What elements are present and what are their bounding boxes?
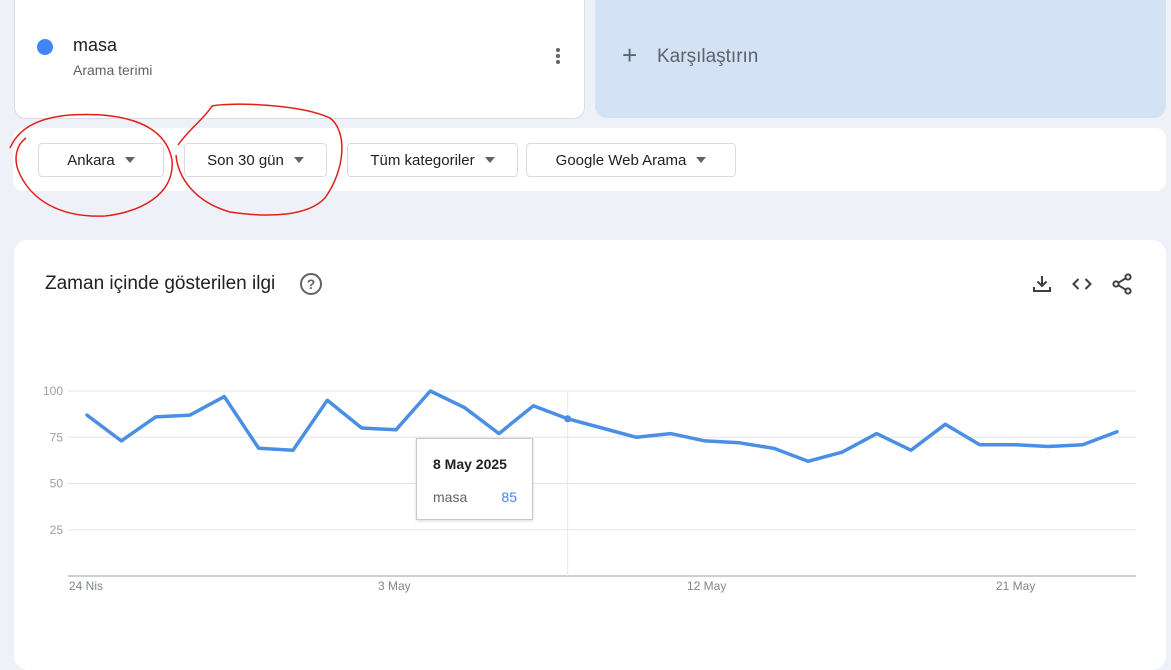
- x-tick-label: 21 May: [996, 579, 1035, 593]
- filter-time-range[interactable]: Son 30 gün: [184, 143, 327, 177]
- term-name[interactable]: masa: [73, 35, 117, 56]
- caret-down-icon: [696, 157, 707, 163]
- x-tick-label: 24 Nis: [69, 579, 103, 593]
- chart-tooltip: 8 May 2025 masa 85: [416, 438, 533, 520]
- compare-label: Karşılaştırın: [657, 46, 759, 67]
- filter-search-type-label: Google Web Arama: [555, 151, 687, 169]
- filter-region[interactable]: Ankara: [38, 143, 164, 177]
- data-point: [564, 415, 572, 423]
- filter-category[interactable]: Tüm kategoriler: [347, 143, 518, 177]
- tooltip-term: masa: [433, 489, 468, 505]
- share-icon[interactable]: [1110, 272, 1134, 296]
- embed-icon[interactable]: [1070, 272, 1094, 296]
- caret-down-icon: [484, 157, 495, 163]
- y-tick-label: 75: [50, 430, 64, 444]
- tooltip-date: 8 May 2025: [433, 456, 507, 472]
- term-subtitle: Arama terimi: [73, 62, 153, 78]
- caret-down-icon: [293, 157, 304, 163]
- term-color-dot: [37, 39, 53, 55]
- more-vert-icon[interactable]: [548, 46, 568, 68]
- tooltip-value: 85: [501, 489, 517, 505]
- filter-bar: Ankara Son 30 gün Tüm kategoriler Google…: [13, 128, 1166, 191]
- y-tick-label: 100: [43, 384, 63, 398]
- search-term-card[interactable]: masa Arama terimi: [14, 0, 585, 119]
- caret-down-icon: [124, 157, 135, 163]
- download-icon[interactable]: [1030, 272, 1054, 296]
- series-line-masa: [85, 389, 1119, 464]
- help-icon[interactable]: ?: [300, 273, 322, 295]
- y-tick-label: 25: [50, 523, 64, 537]
- chart-title: Zaman içinde gösterilen ilgi: [45, 273, 276, 294]
- filter-category-label: Tüm kategoriler: [370, 151, 475, 169]
- filter-time-label: Son 30 gün: [207, 151, 284, 169]
- x-tick-label: 12 May: [687, 579, 726, 593]
- interest-over-time-card: 100 75 50 25 24 Nis 3 May 12 May 21 May Zaman i…: [14, 240, 1166, 670]
- compare-button[interactable]: + Karşılaştırın: [595, 0, 1166, 118]
- filter-search-type[interactable]: Google Web Arama: [526, 143, 736, 177]
- filter-region-label: Ankara: [67, 151, 115, 169]
- line-chart: 100 75 50 25 24 Nis 3 May 12 May 21 May: [43, 384, 1136, 593]
- x-tick-label: 3 May: [378, 579, 411, 593]
- plus-icon: +: [622, 40, 638, 70]
- y-tick-label: 50: [50, 477, 64, 491]
